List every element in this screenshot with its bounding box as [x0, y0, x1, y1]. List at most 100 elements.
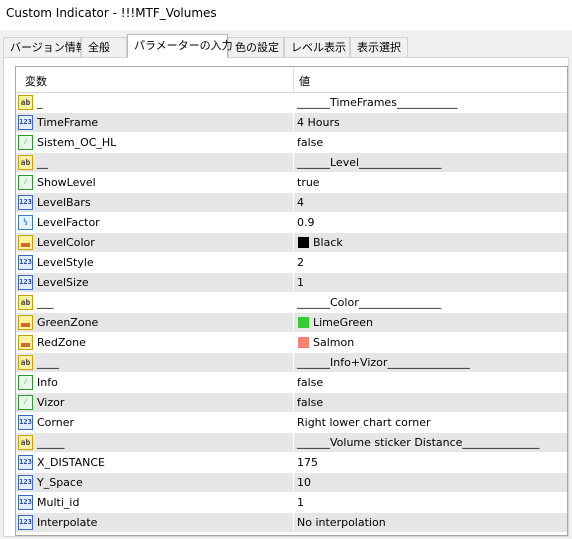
parameter-name: GreenZone: [37, 316, 99, 329]
cell-divider: [293, 333, 294, 353]
color-swatch: [298, 337, 309, 348]
table-body: ab _ ______TimeFrames___________ 123 TimeFra…: [16, 93, 567, 533]
table-row[interactable]: 123 TimeFrame 4 Hours: [16, 113, 567, 133]
parameter-name: LevelColor: [37, 236, 95, 249]
parameter-value[interactable]: true: [297, 173, 320, 193]
integer-type-icon: 123: [18, 255, 33, 270]
parameter-value[interactable]: 4: [297, 193, 304, 213]
color-type-icon: [18, 235, 33, 250]
parameter-name: Sistem_OC_HL: [37, 136, 117, 149]
parameter-value[interactable]: Right lower chart corner: [297, 413, 431, 433]
cell-divider: [293, 253, 294, 273]
tab-strip: バージョン情報 全般 パラメーターの入力 色の設定 レベル表示 表示選択: [0, 34, 572, 58]
parameter-name: _: [37, 96, 43, 109]
parameter-value[interactable]: ______Volume sticker Distance___________…: [297, 433, 539, 453]
column-header-value[interactable]: 値: [299, 73, 310, 89]
tab-level-display[interactable]: レベル表示: [284, 37, 350, 57]
window-title: Custom Indicator - !!!MTF_Volumes: [6, 6, 217, 20]
table-row[interactable]: ½ LevelFactor 0.9: [16, 213, 567, 233]
tab-version-info[interactable]: バージョン情報: [3, 37, 87, 57]
table-row[interactable]: 123 Interpolate No interpolation: [16, 513, 567, 533]
boolean-type-icon: ⁄: [18, 395, 33, 410]
table-row[interactable]: ⁄ Info false: [16, 373, 567, 393]
parameter-value[interactable]: ______Info+Vizor_______________: [297, 353, 470, 373]
table-row[interactable]: ab ____ ______Info+Vizor_______________: [16, 353, 567, 373]
parameter-value[interactable]: ______TimeFrames___________: [297, 93, 457, 113]
parameter-name: ShowLevel: [37, 176, 96, 189]
cell-divider: [293, 273, 294, 293]
tab-display-selection[interactable]: 表示選択: [350, 37, 408, 57]
cell-divider: [293, 153, 294, 173]
cell-divider: [293, 513, 294, 533]
tab-general[interactable]: 全般: [81, 37, 127, 57]
table-row[interactable]: ⁄ Vizor false: [16, 393, 567, 413]
tab-panel: 変数 値 ab _ ______TimeFrames___________ 123 Ti…: [3, 57, 569, 537]
parameter-name: LevelStyle: [37, 256, 94, 269]
parameter-value[interactable]: 0.9: [297, 213, 315, 233]
parameter-name: ____: [37, 356, 59, 369]
parameter-value[interactable]: false: [297, 393, 323, 413]
parameter-name: Corner: [37, 416, 75, 429]
parameter-value[interactable]: false: [297, 133, 323, 153]
parameter-name: Info: [37, 376, 58, 389]
cell-divider: [293, 173, 294, 193]
table-row[interactable]: ab _ ______TimeFrames___________: [16, 93, 567, 113]
table-row[interactable]: ab __ ______Level_______________: [16, 153, 567, 173]
integer-type-icon: 123: [18, 115, 33, 130]
color-swatch: [298, 317, 309, 328]
parameter-value[interactable]: No interpolation: [297, 513, 386, 533]
table-row[interactable]: ⁄ ShowLevel true: [16, 173, 567, 193]
table-row[interactable]: 123 LevelBars 4: [16, 193, 567, 213]
parameter-value[interactable]: 4 Hours: [297, 113, 340, 133]
cell-divider: [293, 353, 294, 373]
parameter-value[interactable]: 2: [297, 253, 304, 273]
parameter-name: LevelSize: [37, 276, 89, 289]
cell-divider: [293, 113, 294, 133]
cell-divider: [293, 213, 294, 233]
parameter-name: Interpolate: [37, 516, 98, 529]
parameter-value[interactable]: Black: [313, 233, 343, 253]
table-row[interactable]: 123 X_DISTANCE 175: [16, 453, 567, 473]
table-row[interactable]: RedZone Salmon: [16, 333, 567, 353]
parameter-value[interactable]: ______Level_______________: [297, 153, 442, 173]
cell-divider: [293, 193, 294, 213]
table-row[interactable]: GreenZone LimeGreen: [16, 313, 567, 333]
tab-input-parameters[interactable]: パラメーターの入力: [127, 34, 233, 58]
table-row[interactable]: 123 Y_Space 10: [16, 473, 567, 493]
table-row[interactable]: 123 LevelSize 1: [16, 273, 567, 293]
parameter-value[interactable]: 10: [297, 473, 311, 493]
parameter-name: X_DISTANCE: [37, 456, 105, 469]
color-type-icon: [18, 335, 33, 350]
title-bar: Custom Indicator - !!!MTF_Volumes: [0, 0, 572, 30]
integer-type-icon: 123: [18, 275, 33, 290]
parameter-name: __: [37, 156, 48, 169]
table-row[interactable]: 123 LevelStyle 2: [16, 253, 567, 273]
parameter-value[interactable]: 1: [297, 493, 304, 513]
parameter-value[interactable]: ______Color_______________: [297, 293, 441, 313]
integer-type-icon: 123: [18, 475, 33, 490]
table-row[interactable]: ab ___ ______Color_______________: [16, 293, 567, 313]
column-header-variable[interactable]: 変数: [25, 73, 47, 89]
table-header: 変数 値: [16, 67, 567, 93]
table-row[interactable]: ab _____ ______Volume sticker Distance____…: [16, 433, 567, 453]
parameter-value[interactable]: LimeGreen: [313, 313, 373, 333]
column-divider[interactable]: [293, 67, 294, 92]
table-row[interactable]: 123 Multi_id 1: [16, 493, 567, 513]
integer-type-icon: 123: [18, 455, 33, 470]
parameter-value[interactable]: false: [297, 373, 323, 393]
tab-color-settings[interactable]: 色の設定: [228, 37, 284, 57]
boolean-type-icon: ⁄: [18, 375, 33, 390]
table-row[interactable]: ⁄ Sistem_OC_HL false: [16, 133, 567, 153]
string-type-icon: ab: [18, 95, 33, 110]
parameter-name: Y_Space: [37, 476, 83, 489]
cell-divider: [293, 493, 294, 513]
table-row[interactable]: LevelColor Black: [16, 233, 567, 253]
table-row[interactable]: 123 Corner Right lower chart corner: [16, 413, 567, 433]
parameter-value[interactable]: 1: [297, 273, 304, 293]
parameter-value[interactable]: 175: [297, 453, 318, 473]
parameter-name: Vizor: [37, 396, 65, 409]
color-type-icon: [18, 315, 33, 330]
parameter-value[interactable]: Salmon: [313, 333, 354, 353]
parameter-name: RedZone: [37, 336, 86, 349]
cell-divider: [293, 293, 294, 313]
